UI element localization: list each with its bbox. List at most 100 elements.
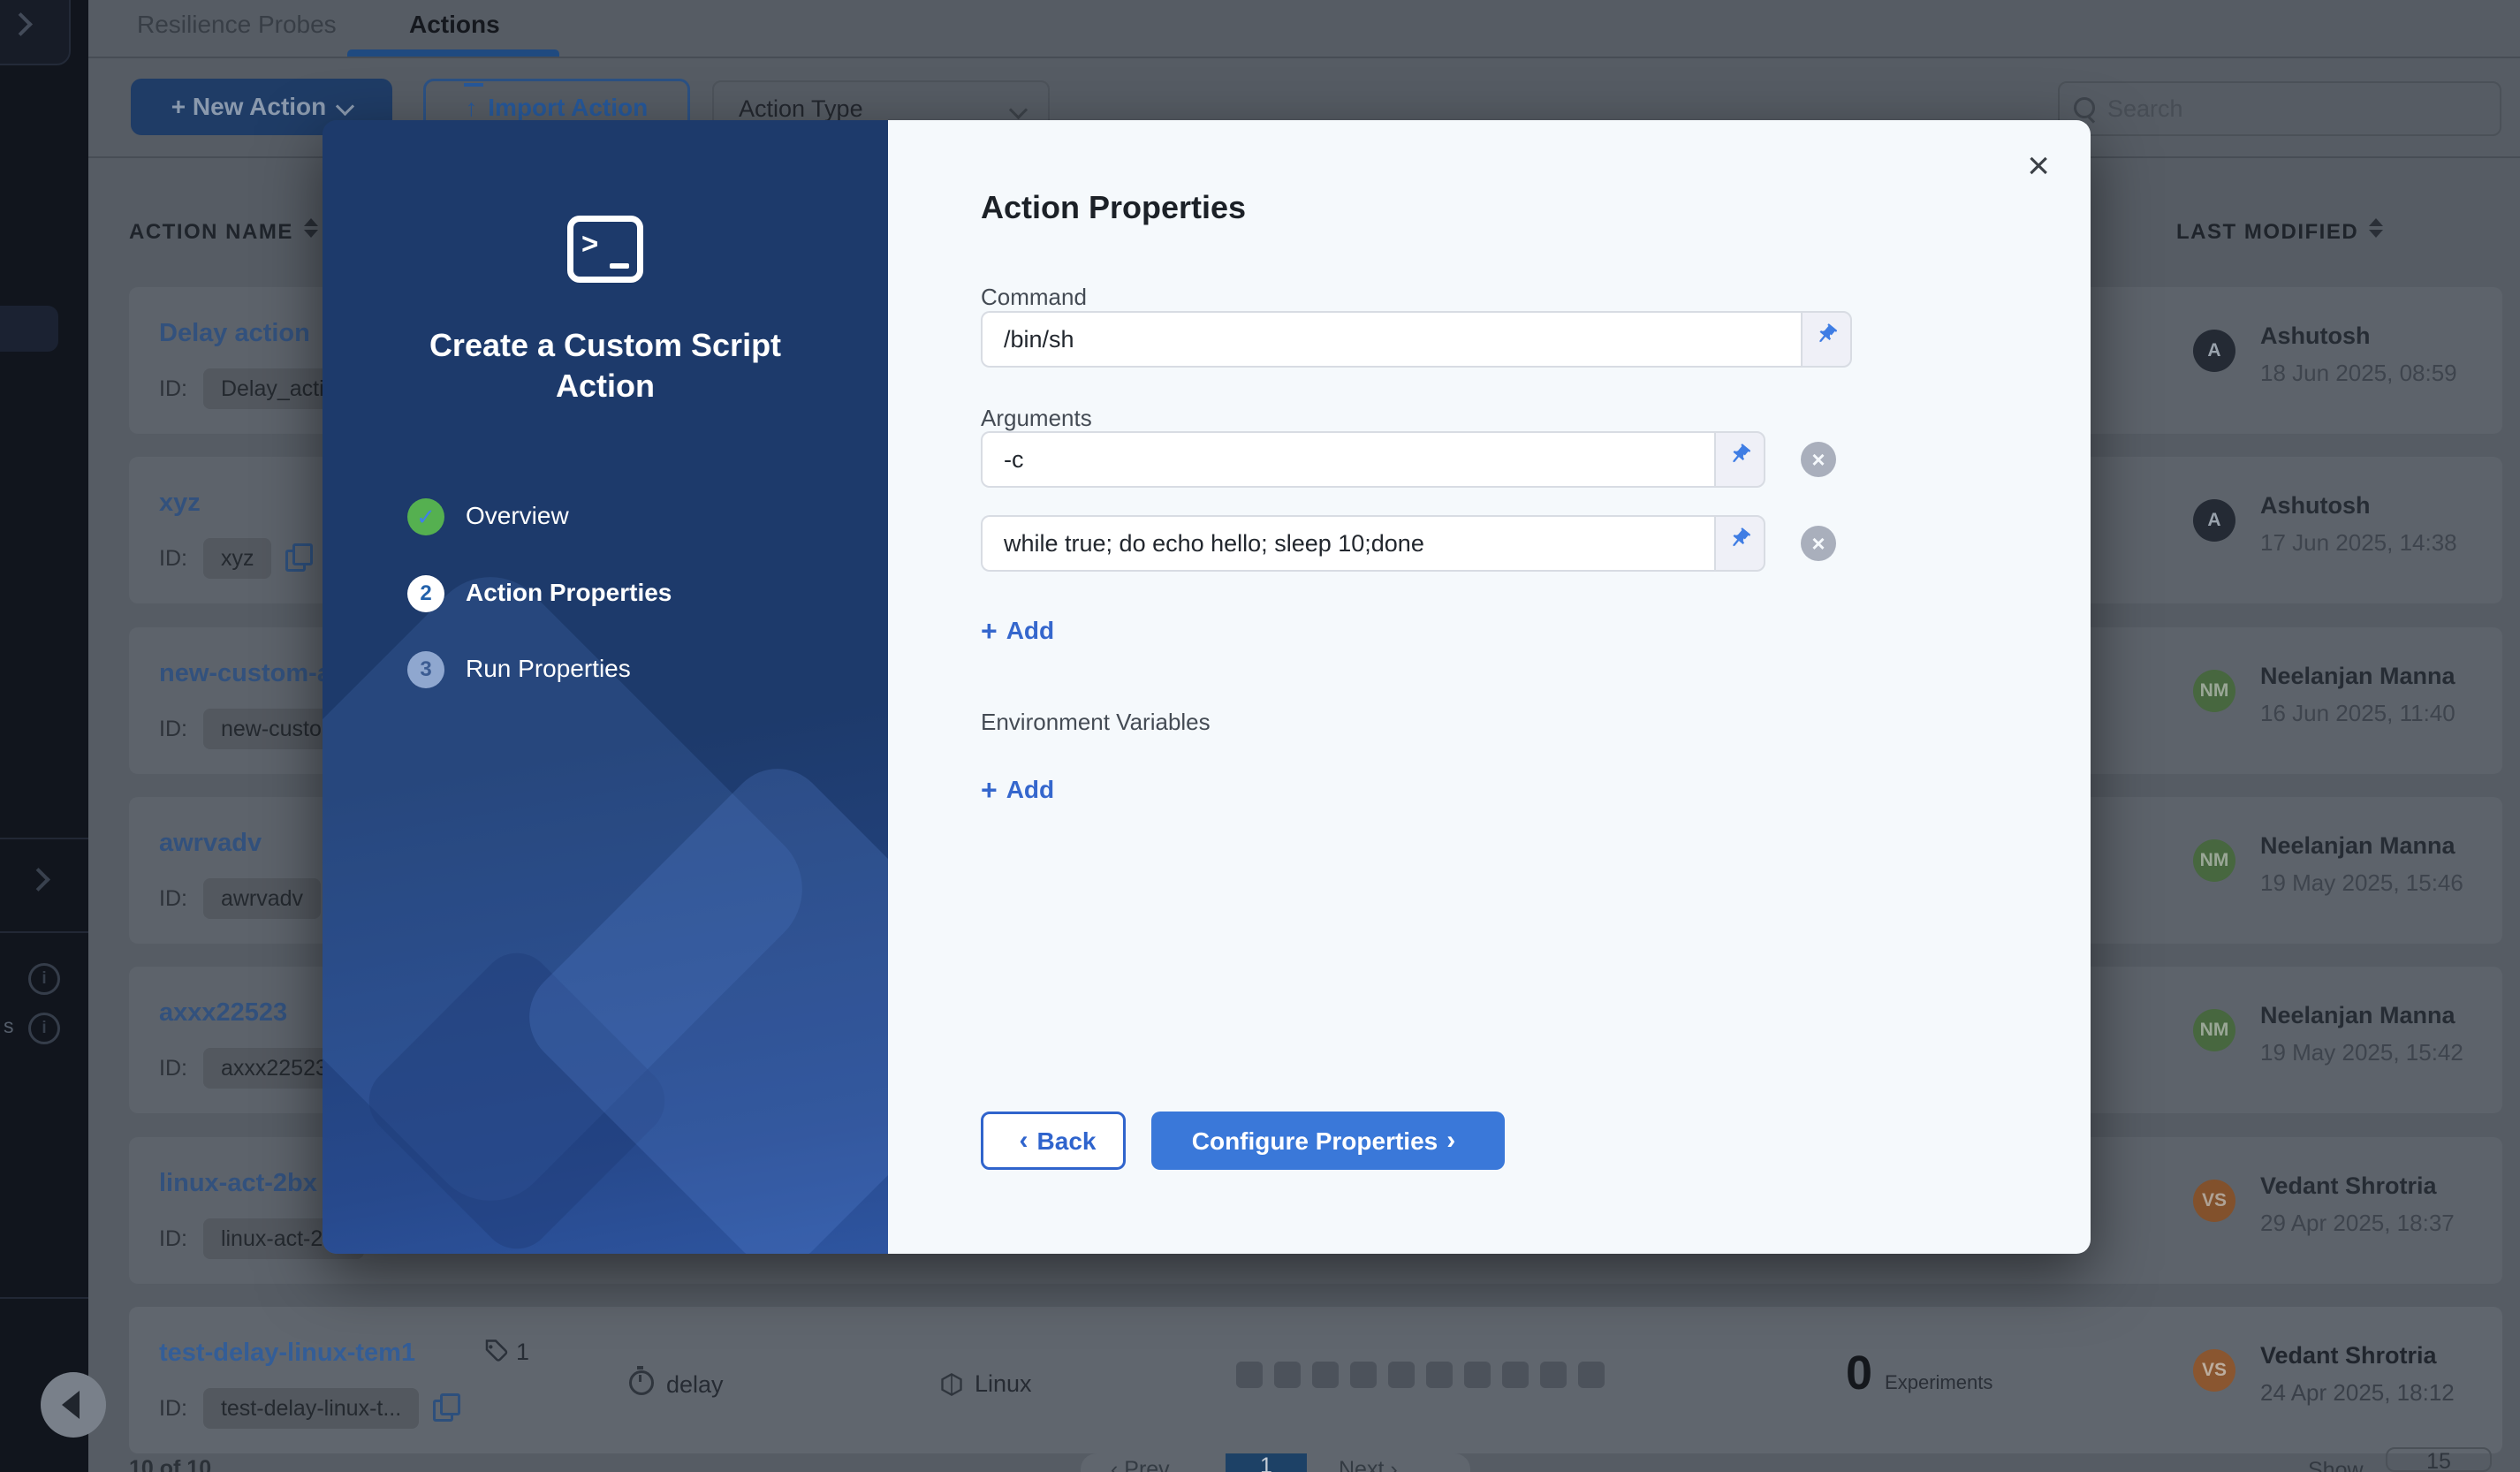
arrow-left-icon xyxy=(62,1391,80,1419)
column-header-last-modified[interactable]: LAST MODIFIED xyxy=(2176,218,2383,245)
action-name-link[interactable]: awrvadv xyxy=(159,829,262,858)
divider xyxy=(0,838,88,839)
pin-button[interactable] xyxy=(1801,311,1852,368)
tab-actions[interactable]: Actions xyxy=(409,11,500,39)
pin-button[interactable] xyxy=(1714,515,1765,572)
id-label: ID: xyxy=(159,886,187,911)
pin-button[interactable] xyxy=(1714,431,1765,488)
chevron-down-icon xyxy=(1009,101,1028,119)
stopwatch-icon xyxy=(629,1370,654,1395)
info-icon[interactable]: i xyxy=(28,963,60,995)
configure-properties-button[interactable]: Configure Properties› xyxy=(1151,1112,1505,1170)
id-label: ID: xyxy=(159,1396,187,1421)
pushpin-icon xyxy=(1727,527,1752,551)
chevron-right-icon xyxy=(27,868,50,892)
search-input[interactable] xyxy=(2106,87,2489,131)
table-row: test-delay-linux-tem1 1 ID: test-delay-linu… xyxy=(129,1307,2502,1453)
delete-argument-button[interactable]: × xyxy=(1801,442,1836,477)
sidebar-nav: i i s xyxy=(0,0,88,1472)
chevron-left-icon: ‹ xyxy=(1020,1126,1028,1155)
step-check-icon: ✓ xyxy=(407,498,444,535)
next-page-button[interactable]: Next › xyxy=(1339,1457,1398,1472)
action-properties-form: × Action Properties Command Arguments ××… xyxy=(888,120,2091,1254)
argument-field-row: × xyxy=(981,431,1953,488)
id-label: ID: xyxy=(159,546,187,571)
copy-icon[interactable] xyxy=(433,1393,459,1420)
env-variables-label: Environment Variables xyxy=(981,709,1211,736)
plus-icon: + xyxy=(981,774,998,806)
chevron-right-icon: › xyxy=(1446,1126,1455,1155)
modified-at: 24 Apr 2025, 18:12 xyxy=(2260,1379,2455,1407)
experiments-count: 0Experiments xyxy=(1846,1346,1992,1400)
tab-resilience-probes[interactable]: Resilience Probes xyxy=(137,11,337,39)
action-id-chip: awrvadv xyxy=(203,878,321,919)
action-id-chip: test-delay-linux-t... xyxy=(203,1388,419,1429)
back-button[interactable]: ‹Back xyxy=(981,1112,1126,1170)
sidebar-label-fragment: s xyxy=(4,1014,14,1038)
command-input[interactable] xyxy=(981,311,1801,368)
pagination: ‹ Prev 1 Next › xyxy=(1081,1453,1470,1472)
current-page-button[interactable]: 1 xyxy=(1226,1453,1307,1472)
action-name-link[interactable]: linux-act-2bx xyxy=(159,1169,317,1198)
close-icon[interactable]: × xyxy=(2027,147,2050,186)
delete-argument-button[interactable]: × xyxy=(1801,526,1836,561)
pagination-range: 10 of 10 xyxy=(129,1456,211,1472)
modified-by: Ashutosh xyxy=(2260,492,2371,520)
search-icon xyxy=(2074,97,2095,118)
arguments-label: Arguments xyxy=(981,405,1092,432)
modified-at: 19 May 2025, 15:46 xyxy=(2260,869,2463,897)
linux-os-icon xyxy=(939,1372,964,1397)
wizard-title: Create a Custom Script Action xyxy=(384,325,826,406)
divider xyxy=(88,57,2520,58)
modified-at: 16 Jun 2025, 11:40 xyxy=(2260,700,2455,727)
terminal-icon: > xyxy=(567,216,643,283)
prev-page-button[interactable]: ‹ Prev xyxy=(1111,1457,1170,1472)
add-argument-link[interactable]: +Add xyxy=(981,615,1054,648)
info-icon[interactable]: i xyxy=(28,1013,60,1044)
modified-by: Neelanjan Manna xyxy=(2260,663,2455,690)
page-size-label: Show xyxy=(2308,1458,2364,1472)
search-box xyxy=(2058,81,2501,136)
tag-icon xyxy=(482,1339,509,1365)
chevron-down-icon xyxy=(336,97,354,116)
command-label: Command xyxy=(981,284,1087,311)
sidebar-toggle-button[interactable] xyxy=(0,0,71,65)
argument-input[interactable] xyxy=(981,515,1714,572)
action-name-link[interactable]: axxx22523 xyxy=(159,998,287,1028)
modified-at: 17 Jun 2025, 14:38 xyxy=(2260,529,2457,557)
divider xyxy=(0,931,88,933)
run-history-bars xyxy=(1236,1362,1616,1392)
modified-at: 19 May 2025, 15:42 xyxy=(2260,1039,2463,1066)
step-number: 2 xyxy=(407,575,444,612)
sidebar-expand-item[interactable] xyxy=(30,871,47,888)
sidebar-item-selected[interactable] xyxy=(0,306,58,352)
action-id-chip: xyz xyxy=(203,538,272,579)
argument-input[interactable] xyxy=(981,431,1714,488)
action-name-link[interactable]: new-custom-a xyxy=(159,659,331,688)
add-env-variable-link[interactable]: +Add xyxy=(981,774,1054,807)
avatar: A xyxy=(2193,499,2235,542)
action-type-cell: delay xyxy=(629,1370,724,1399)
modified-by: Neelanjan Manna xyxy=(2260,1002,2455,1029)
modified-by: Vedant Shrotria xyxy=(2260,1172,2437,1200)
id-label: ID: xyxy=(159,376,187,401)
avatar: NM xyxy=(2193,839,2235,882)
page-size-select[interactable]: 15 xyxy=(2386,1447,2492,1472)
action-name-link[interactable]: xyz xyxy=(159,489,201,518)
action-name-link[interactable]: Delay action xyxy=(159,319,310,348)
sort-icon[interactable] xyxy=(304,218,318,238)
action-name-link[interactable]: test-delay-linux-tem1 xyxy=(159,1339,415,1368)
screen: i i s Resilience Probes Actions + New Ac… xyxy=(0,0,2520,1472)
modified-at: 29 Apr 2025, 18:37 xyxy=(2260,1210,2455,1237)
command-field-row xyxy=(981,311,1856,368)
action-os-cell: Linux xyxy=(939,1370,1032,1398)
column-header-action-name[interactable]: ACTION NAME xyxy=(129,218,318,245)
sidebar-collapse-handle[interactable] xyxy=(41,1372,106,1438)
id-label: ID: xyxy=(159,717,187,741)
wizard-panel: > Create a Custom Script Action ✓ Overvi… xyxy=(323,120,888,1254)
avatar: VS xyxy=(2193,1349,2235,1392)
tags-badge: 1 xyxy=(482,1339,529,1366)
sort-icon[interactable] xyxy=(2369,218,2383,238)
create-action-modal: > Create a Custom Script Action ✓ Overvi… xyxy=(323,120,2091,1254)
copy-icon[interactable] xyxy=(285,543,312,570)
